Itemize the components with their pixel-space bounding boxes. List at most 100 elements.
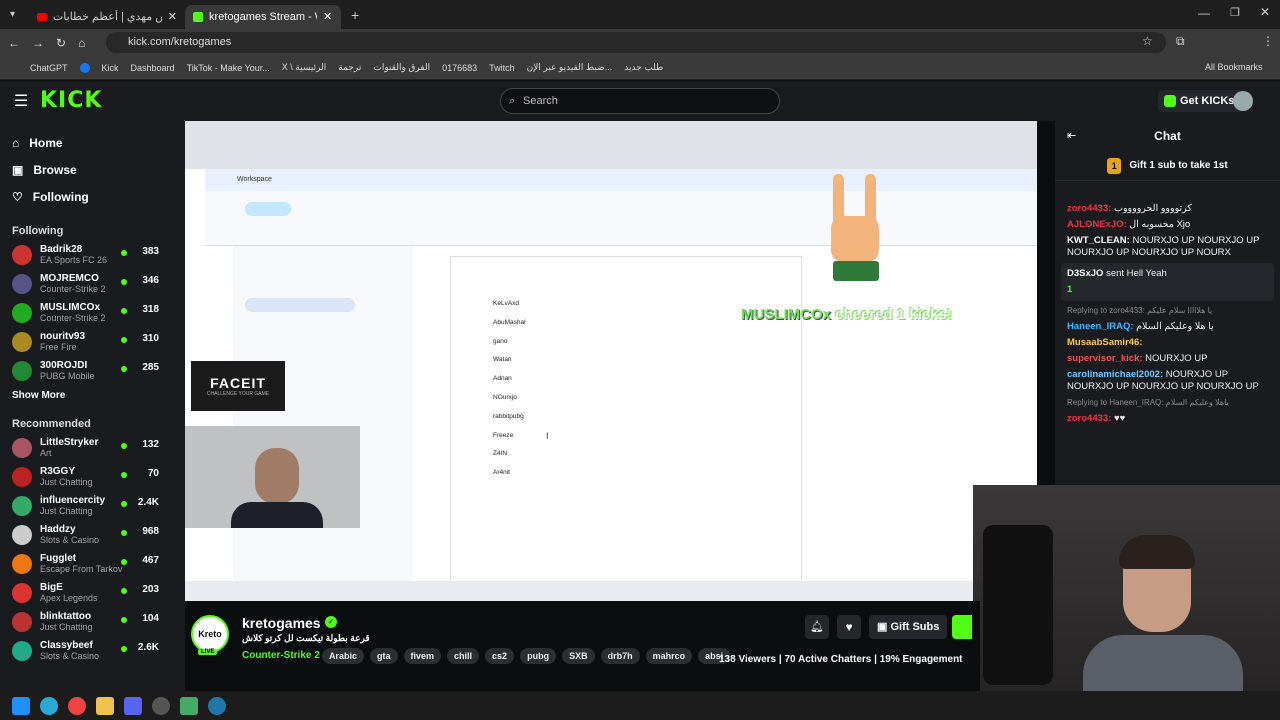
sidebar-channel[interactable]: 300ROJDI PUBG Mobile 285 [0, 356, 185, 385]
sidebar-channel[interactable]: R3GGY Just Chatting 70 [0, 462, 185, 491]
browser-tab-2[interactable]: kretogames Stream - Watch ✕ [185, 4, 342, 29]
bookmark-item[interactable]: TikTok - Make Your... [187, 63, 270, 73]
search-input[interactable]: ⌕ Search [500, 88, 780, 114]
maximize-icon[interactable]: ❐ [1230, 6, 1240, 19]
tag-chip[interactable]: chill [447, 648, 480, 664]
sidebar-channel[interactable]: Classybeef Slots & Casino 2.6K [0, 636, 185, 665]
sidebar-channel[interactable]: BigE Apex Legends 203 [0, 578, 185, 607]
inner-taskbar [185, 581, 1037, 601]
back-icon[interactable]: ← [8, 36, 20, 50]
chat-username[interactable]: supervisor_kick: [1067, 353, 1143, 364]
sidebar-item-following[interactable]: ♡ Following [0, 183, 185, 210]
all-bookmarks[interactable]: All Bookmarks [1205, 62, 1263, 72]
channel-avatar[interactable]: Kreto [191, 615, 229, 653]
tab-search-icon[interactable]: ▾ [10, 9, 15, 20]
tag-chip[interactable]: SXB [562, 648, 595, 664]
browser-tab-1[interactable]: الفنان فارس مهدي | أعظم خطابات ✕ [29, 5, 185, 29]
sidebar-channel[interactable]: nouritv93 Free Fire 310 [0, 327, 185, 356]
docs-share-button [245, 202, 291, 216]
kick-logo[interactable]: KICK [40, 88, 102, 113]
chat-username[interactable]: AJLONExJO: [1067, 219, 1127, 230]
windows-start-icon[interactable] [12, 696, 30, 715]
video-player[interactable]: Workspace KeLvAxd AbuMashal gano Watan Adnan… [185, 121, 1037, 601]
youtube-icon [37, 12, 47, 21]
forward-icon[interactable]: → [32, 36, 44, 50]
cheer-text: cheered 1 kicks! [835, 306, 952, 323]
tag-chip[interactable]: mahrco [645, 648, 693, 664]
chat-username[interactable]: zoro4433: [1067, 413, 1111, 424]
bookmark-item[interactable]: طلب جديد [624, 62, 663, 73]
tag-chip[interactable]: cs2 [485, 648, 515, 664]
obs-icon[interactable] [152, 696, 170, 715]
subscribe-button[interactable] [952, 615, 972, 639]
edge-icon[interactable] [40, 696, 58, 715]
app-icon[interactable] [180, 696, 198, 715]
kick-favicon-icon [193, 11, 204, 22]
close-icon[interactable]: ✕ [168, 10, 177, 23]
bookmark-item[interactable]: X \ الرئيسية [282, 62, 327, 73]
sidebar-channel[interactable]: Fugglet Escape From Tarkov 467 [0, 549, 185, 578]
menu-dots-icon[interactable]: ⋮ [1262, 34, 1274, 48]
search-placeholder: Search [523, 95, 558, 107]
follow-heart-icon[interactable]: ♥ [837, 615, 861, 639]
chat-username[interactable]: zoro4433: [1067, 203, 1111, 214]
bookmark-item[interactable]: Dashboard [131, 63, 175, 73]
show-more-button[interactable]: Show More [0, 385, 185, 407]
folder-icon[interactable] [96, 696, 114, 715]
bookmark-item[interactable]: Twitch [489, 63, 515, 73]
tag-chip[interactable]: pubg [520, 648, 557, 664]
avatar[interactable] [1233, 91, 1253, 111]
gift-banner-text: Gift 1 sub to take 1st [1129, 160, 1228, 171]
chat-message-list: zoro4433: كرتوووو الحرووووب AJLONExJO: مح… [1055, 181, 1280, 427]
steam-icon[interactable] [208, 696, 226, 715]
bookmark-item[interactable]: ChatGPT [30, 63, 68, 73]
chat-username[interactable]: D3SxJO [1067, 268, 1103, 279]
category-link[interactable]: Counter-Strike 2 [242, 650, 320, 661]
sidebar-channel[interactable]: LittleStryker Art 132 [0, 433, 185, 462]
home-browser-icon[interactable]: ⌂ [78, 36, 85, 50]
gift-count-badge: 1 [1107, 157, 1122, 174]
gift-banner[interactable]: 1 Gift 1 sub to take 1st [1055, 151, 1280, 181]
chrome-icon[interactable] [68, 696, 86, 715]
bookmark-item[interactable] [79, 62, 90, 73]
collapse-chat-icon[interactable]: ⇤ [1067, 129, 1076, 142]
notification-bell-icon[interactable]: 🔔︎ [805, 615, 829, 639]
sidebar-item-browse[interactable]: ▣ Browse [0, 156, 185, 183]
bookmark-item[interactable]: 0176683 [442, 63, 477, 73]
gift-subs-button[interactable]: ▣ Gift Subs [869, 615, 948, 639]
chat-username[interactable]: MusaabSamir46: [1067, 337, 1143, 348]
sidebar-channel[interactable]: influencercity Just Chatting 2.4K [0, 491, 185, 520]
bookmark-item[interactable]: ترجمة [338, 62, 361, 73]
tag-chip[interactable]: Arabic [322, 648, 365, 664]
sidebar-channel[interactable]: blinktattoo Just Chatting 104 [0, 607, 185, 636]
sidebar-channel[interactable]: MOJREMCO Counter-Strike 2 346 [0, 269, 185, 298]
sidebar-channel[interactable]: Haddzy Slots & Casino 968 [0, 520, 185, 549]
hamburger-menu-icon[interactable]: ☰ [14, 91, 28, 111]
extensions-icon[interactable]: ⧉ [1176, 34, 1185, 49]
close-icon[interactable]: ✕ [323, 10, 332, 23]
chat-username[interactable]: KWT_CLEAN: [1067, 235, 1130, 246]
tag-chip[interactable]: gta [370, 648, 398, 664]
window-close-icon[interactable]: ✕ [1260, 5, 1270, 19]
sidebar-channel[interactable]: MUSLIMCOx Counter-Strike 2 318 [0, 298, 185, 327]
streamer-body [231, 502, 323, 528]
bookmark-item[interactable]: Kick [102, 63, 119, 73]
discord-icon[interactable] [124, 696, 142, 715]
chat-username[interactable]: carolinamichael2002: [1067, 369, 1163, 380]
tab-label: الفنان فارس مهدي | أعظم خطابات [52, 11, 162, 23]
channel-name[interactable]: kretogames [242, 615, 321, 631]
bookmark-item[interactable]: الفرق والقنوات [373, 62, 430, 73]
bookmark-item[interactable]: ضبط الفيديو عبر الإن... [527, 62, 613, 73]
reload-icon[interactable]: ↻ [56, 36, 66, 50]
tag-chip[interactable]: drb7h [600, 648, 640, 664]
minimize-icon[interactable]: — [1198, 6, 1210, 20]
tag-chip[interactable]: fivem [403, 648, 442, 664]
viewer-count: 132 [142, 439, 159, 450]
sidebar-item-home[interactable]: ⌂ Home [0, 129, 185, 156]
star-icon[interactable]: ☆ [1142, 34, 1153, 48]
new-tab-icon[interactable]: + [351, 7, 359, 23]
get-kicks-button[interactable]: Get KICKs [1158, 90, 1243, 112]
chat-username[interactable]: Haneen_IRAQ: [1067, 321, 1134, 332]
url-field[interactable]: kick.com/kretogames [106, 32, 1166, 53]
sidebar-channel[interactable]: Badrik28 EA Sports FC 26 383 [0, 240, 185, 269]
